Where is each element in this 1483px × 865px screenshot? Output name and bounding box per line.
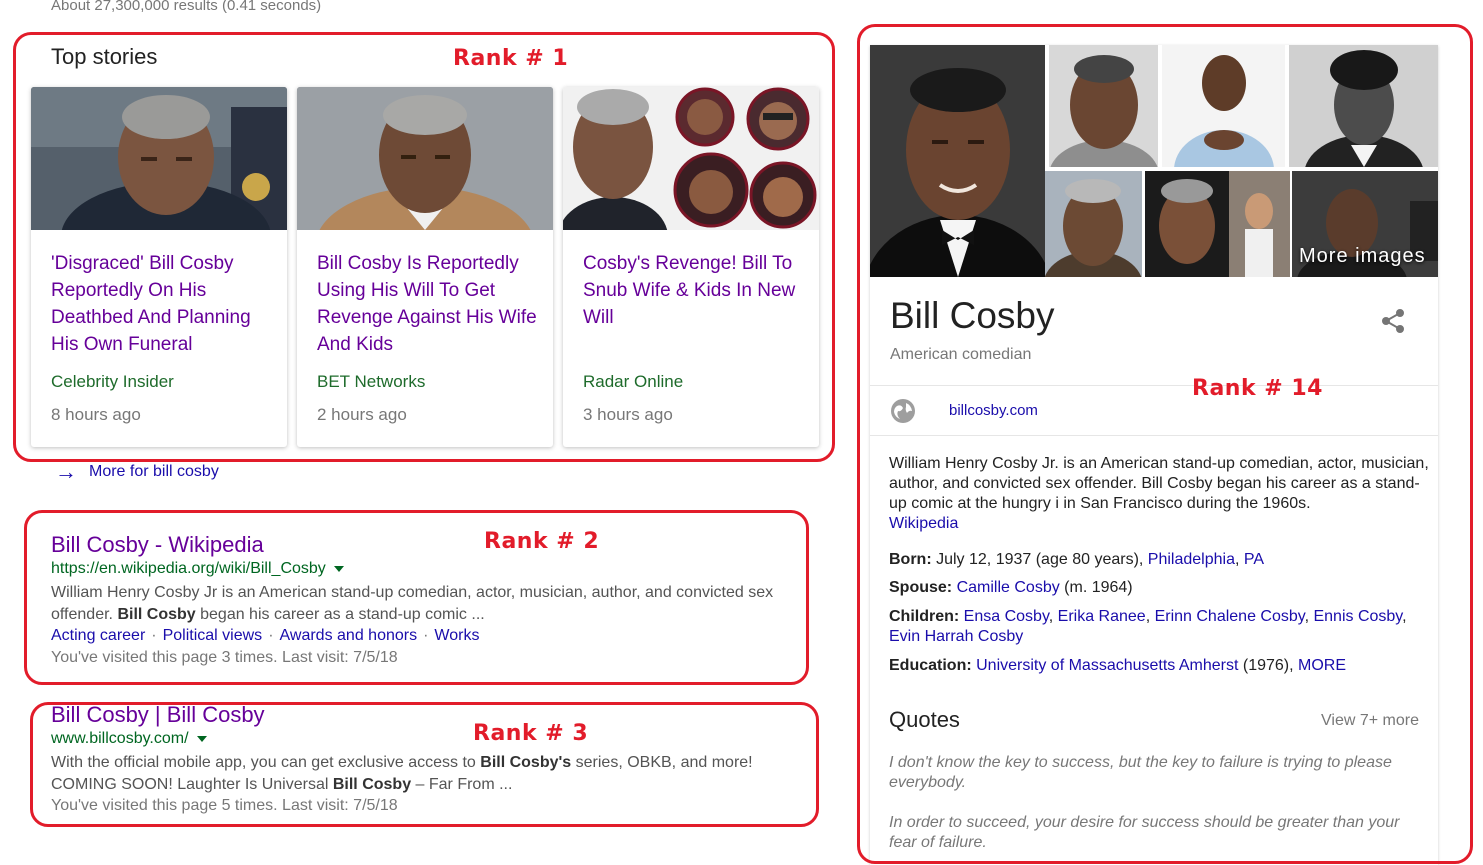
- rank-2-box: [24, 510, 809, 685]
- rank-2-label: Rank # 2: [484, 529, 600, 554]
- more-stories-label[interactable]: More for bill cosby: [89, 463, 219, 481]
- more-stories-link[interactable]: → More for bill cosby: [55, 459, 219, 485]
- rank-3-box: [30, 702, 819, 827]
- arrow-right-icon: →: [55, 459, 77, 484]
- results-stats: About 27,300,000 results (0.41 seconds): [51, 0, 322, 14]
- rank-14-box: [857, 24, 1473, 864]
- rank-14-label: Rank # 14: [1192, 376, 1323, 401]
- rank-1-box: [13, 32, 835, 462]
- rank-3-label: Rank # 3: [473, 721, 589, 746]
- rank-1-label: Rank # 1: [453, 46, 569, 71]
